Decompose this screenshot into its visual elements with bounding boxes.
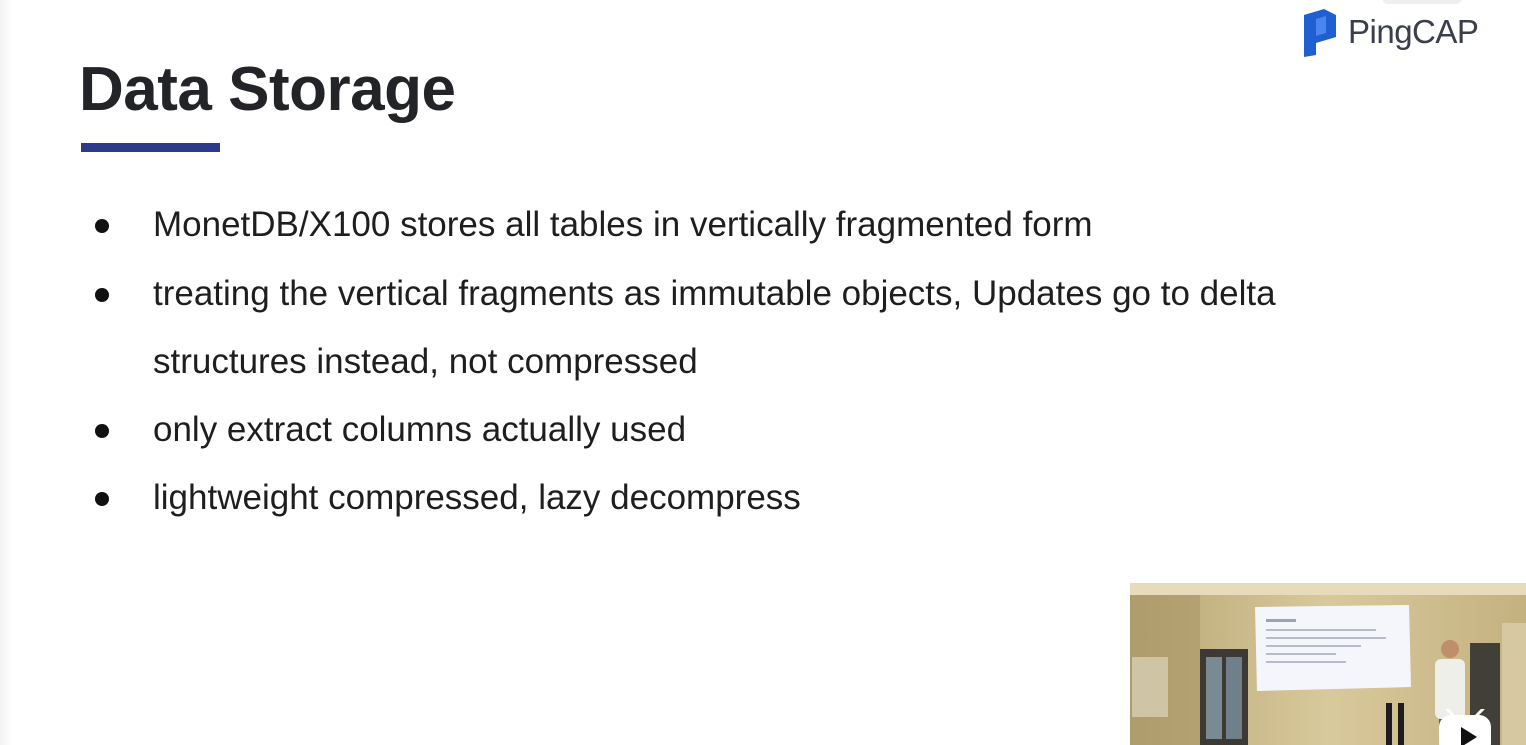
title-underline — [81, 143, 220, 152]
bullet-dot-icon — [95, 288, 109, 302]
bullet-text: lightweight compressed, lazy decompress — [153, 478, 801, 517]
bullet-dot-icon — [95, 492, 109, 506]
pingcap-logo: PingCAP — [1300, 6, 1479, 58]
bullet-dot-icon — [95, 424, 109, 438]
slide-frame: PingCAP Data Storage MonetDB/X100 stores… — [0, 0, 1526, 745]
logo-text: PingCAP — [1348, 13, 1479, 50]
slide-title: Data Storage — [79, 55, 456, 124]
bullet-text: MonetDB/X100 stores all tables in vertic… — [153, 205, 1093, 244]
bullet-text: only extract columns actually used — [153, 410, 687, 449]
bullet-text: treating the vertical fragments as immut… — [153, 274, 1276, 381]
top-indicator — [1382, 0, 1462, 4]
webcam-video-inset[interactable] — [1130, 583, 1526, 745]
bullet-dot-icon — [95, 219, 109, 233]
pingcap-logo-icon — [1304, 9, 1336, 57]
play-icon[interactable] — [1437, 709, 1493, 745]
left-edge-shadow — [0, 0, 12, 745]
projected-slide — [1255, 605, 1411, 691]
